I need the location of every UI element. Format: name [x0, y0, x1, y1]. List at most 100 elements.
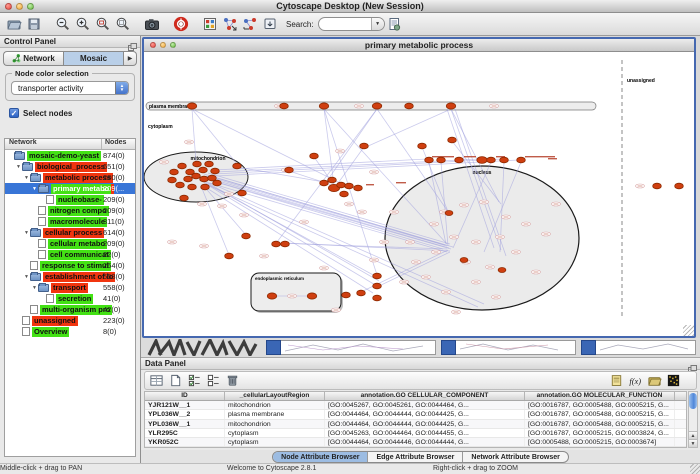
column-header[interactable]: annotation.GO MOLECULAR_FUNCTION	[525, 392, 675, 400]
table-row[interactable]: YKR052Ccytoplasm[GO:0044464, GO:0044446,…	[145, 438, 686, 447]
table-cell[interactable]: [GO:0005488, GO:0005215, GO:0003674]	[525, 438, 675, 446]
tab-edge-attribute-browser[interactable]: Edge Attribute Browser	[368, 452, 463, 462]
table-cell[interactable]: cytoplasm	[225, 429, 325, 437]
tab-mosaic[interactable]: Mosaic	[63, 51, 124, 66]
network-node[interactable]	[199, 167, 208, 173]
window-resize-grip[interactable]	[690, 464, 700, 474]
network-node[interactable]	[373, 295, 382, 301]
tree-col-nodes[interactable]: Nodes	[102, 139, 135, 149]
table-cell[interactable]: [GO:0044464, GO:0044444, GO:0044425, G..…	[325, 447, 525, 448]
matrix-icon[interactable]	[665, 373, 682, 389]
resize-grip[interactable]	[683, 325, 694, 336]
tree-row-establishment-of-lo[interactable]: ▼establishment of lo558(0)	[5, 271, 135, 282]
background-window[interactable]	[266, 340, 436, 355]
tree-row-secretion[interactable]: secretion41(0)	[5, 293, 135, 304]
table-cell[interactable]: [GO:0044464, GO:0044446, GO:0044444, G..…	[325, 438, 525, 446]
network-node[interactable]	[340, 191, 349, 197]
network-node[interactable]	[337, 182, 346, 188]
search-dropdown-arrow-icon[interactable]: ▼	[371, 17, 384, 31]
network-node[interactable]	[192, 173, 201, 179]
network-node[interactable]	[354, 185, 363, 191]
table-cell[interactable]: cytoplasm	[225, 438, 325, 446]
network-node[interactable]	[272, 241, 281, 247]
tab-scroll-right-icon[interactable]: ▶	[124, 51, 137, 66]
import-folder-icon[interactable]	[646, 373, 663, 389]
table-scrollbar[interactable]: ▲ ▼	[688, 391, 698, 448]
network-node[interactable]	[477, 157, 487, 164]
expand-arrow-icon[interactable]: ▼	[23, 175, 30, 181]
tree-row-unassigned[interactable]: unassigned223(0)	[5, 315, 135, 326]
undock-icon[interactable]	[128, 38, 137, 46]
network-node[interactable]	[320, 180, 329, 186]
network-node[interactable]	[373, 273, 382, 279]
network-window-titlebar[interactable]: primary metabolic process	[144, 39, 694, 52]
network-node[interactable]	[238, 190, 247, 196]
align-network-icon[interactable]	[240, 15, 259, 34]
tree-row-biological-process[interactable]: ▼biological_process651(0)	[5, 161, 135, 172]
table-cell[interactable]: YPL036W__1	[145, 420, 225, 428]
zoom-selected-icon[interactable]	[93, 15, 112, 34]
tree-row-cell-communicat[interactable]: cell communicat22(0)	[5, 249, 135, 260]
network-node[interactable]	[168, 177, 177, 183]
vizmapper-icon[interactable]	[200, 15, 219, 34]
search-input[interactable]	[319, 18, 371, 30]
network-node[interactable]	[460, 257, 468, 262]
scrollbar-thumb[interactable]	[689, 393, 697, 409]
network-node[interactable]	[342, 292, 351, 298]
table-row[interactable]: YLR295Ccytoplasm[GO:0045263, GO:0044464,…	[145, 429, 686, 438]
camera-icon[interactable]	[142, 15, 161, 34]
table-cell[interactable]: YDR039C__1	[145, 447, 225, 448]
network-node[interactable]	[225, 253, 234, 259]
network-node[interactable]	[328, 177, 337, 183]
attr-table-icon[interactable]	[148, 373, 165, 389]
formula-icon[interactable]: f(x)	[627, 373, 644, 389]
network-node[interactable]	[267, 293, 276, 299]
table-cell[interactable]: [GO:0044464, GO:0044444, GO:0044425, G..…	[325, 420, 525, 428]
tree-row-overview[interactable]: Overview8(0)	[5, 326, 135, 337]
network-node[interactable]	[345, 183, 354, 189]
tab-network-attribute-browser[interactable]: Network Attribute Browser	[463, 452, 567, 462]
table-cell[interactable]: YKR052C	[145, 438, 225, 446]
annotation-icon[interactable]	[385, 15, 404, 34]
tab-node-attribute-browser[interactable]: Node Attribute Browser	[273, 452, 368, 462]
edit-network-icon[interactable]	[220, 15, 239, 34]
network-node[interactable]	[242, 233, 251, 239]
hide-selected-icon[interactable]	[260, 15, 279, 34]
delete-attr-icon[interactable]	[224, 373, 241, 389]
network-node[interactable]	[180, 195, 189, 201]
network-node[interactable]	[425, 157, 434, 163]
network-node[interactable]	[357, 290, 366, 296]
network-node[interactable]	[280, 103, 289, 109]
select-attrs-icon[interactable]	[186, 373, 203, 389]
table-cell[interactable]: [GO:0016787, GO:0005488, GO:0005215, G..…	[525, 447, 675, 448]
network-node[interactable]	[675, 183, 684, 189]
network-node[interactable]	[319, 103, 328, 109]
tree-row-transport[interactable]: ▼transport558(0)	[5, 282, 135, 293]
table-row[interactable]: YPL036W__1mitochondrion[GO:0044464, GO:0…	[145, 420, 686, 429]
table-row[interactable]: YJR121W__1mitochondrion[GO:0045267, GO:0…	[145, 401, 686, 410]
save-icon[interactable]	[24, 15, 43, 34]
network-node[interactable]	[187, 103, 196, 109]
network-node[interactable]	[211, 168, 220, 174]
network-node[interactable]	[498, 267, 506, 272]
table-row[interactable]: YPL036W__2plasma membrane[GO:0044464, GO…	[145, 410, 686, 419]
tree-row-response-to-stimul[interactable]: response to stimul264(0)	[5, 260, 135, 271]
network-canvas[interactable]: plasma membranecytoplasmnucleusmitochond…	[144, 52, 694, 336]
help-ring-icon[interactable]	[171, 15, 190, 34]
network-node[interactable]	[405, 103, 414, 109]
zoom-fit-icon[interactable]	[113, 15, 132, 34]
tree-row-nitrogen-compo[interactable]: nitrogen compo209(0)	[5, 205, 135, 216]
new-attr-icon[interactable]	[167, 373, 184, 389]
tree-row-cellular-metabo[interactable]: cellular metabo209(0)	[5, 238, 135, 249]
table-row[interactable]: YDR039C__1mitochondrion[GO:0044464, GO:0…	[145, 447, 686, 448]
node-color-select[interactable]: transporter activity ▲▼	[11, 81, 129, 95]
network-node[interactable]	[188, 184, 197, 190]
tab-network[interactable]: Network	[3, 51, 63, 66]
network-node[interactable]	[176, 182, 185, 188]
network-node[interactable]	[170, 169, 179, 175]
network-node[interactable]	[373, 283, 382, 289]
unselect-attrs-icon[interactable]	[205, 373, 222, 389]
table-cell[interactable]: [GO:0045263, GO:0044464, GO:0044455, G..…	[325, 429, 525, 437]
column-header[interactable]: _cellularLayoutRegion	[225, 392, 325, 400]
tree-col-network[interactable]: Network	[5, 139, 102, 149]
